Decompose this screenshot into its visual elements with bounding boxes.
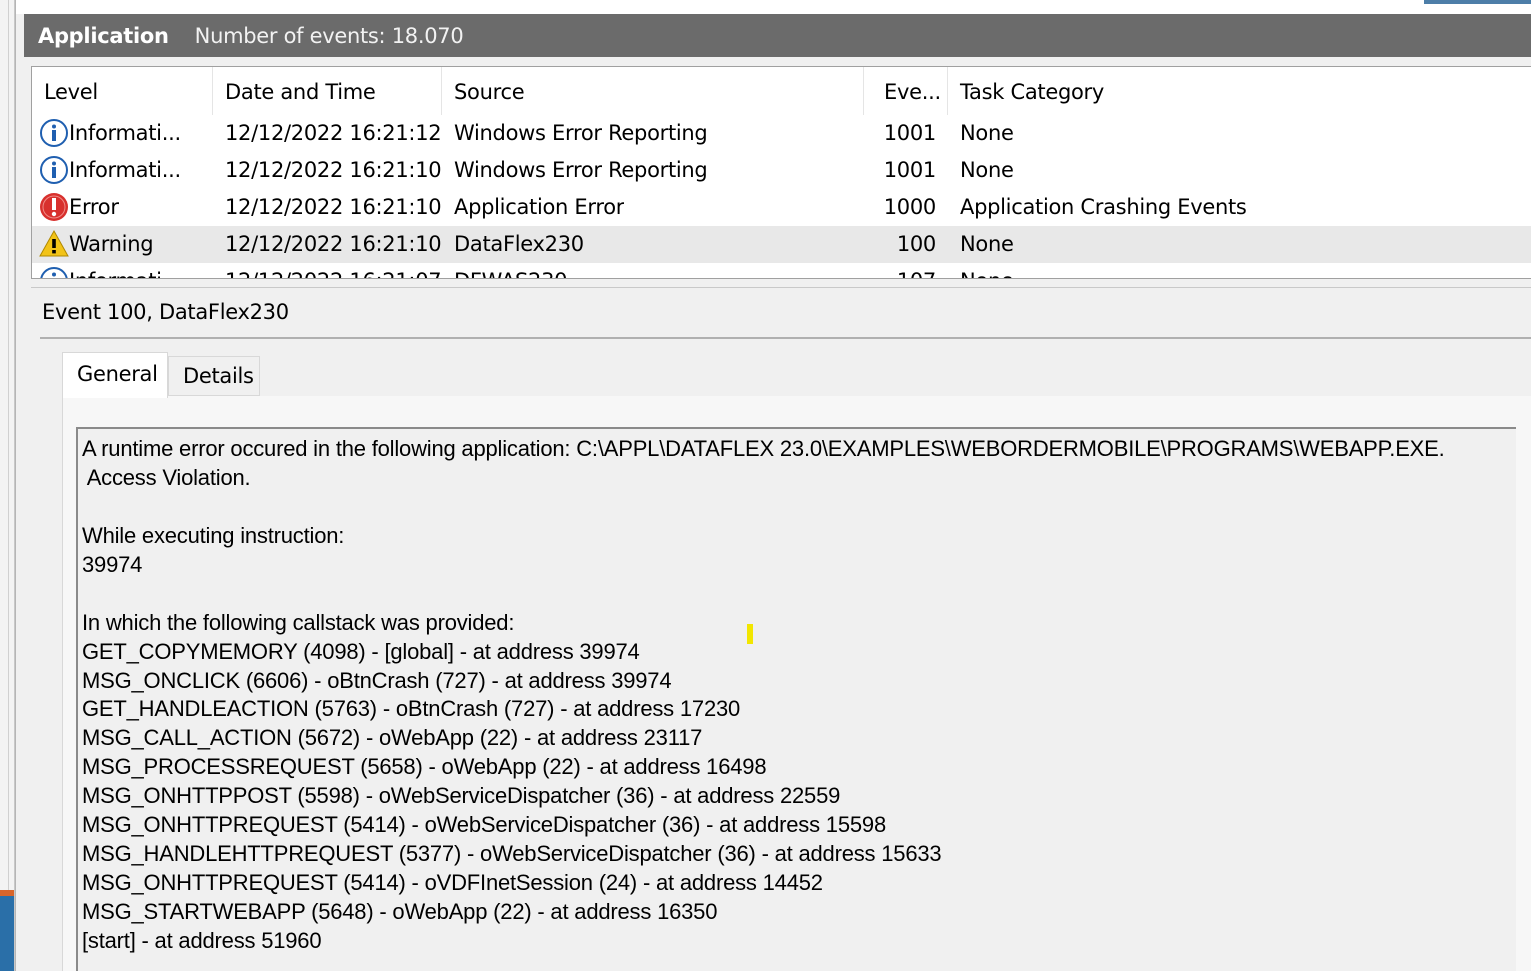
task-category-cell: None: [960, 121, 1014, 145]
datetime-cell: 12/12/2022 16:21:10: [225, 232, 442, 256]
event-row[interactable]: Informati... 12/12/2022 16:21:07 DFWAS23…: [32, 263, 1531, 278]
column-header-task-category[interactable]: Task Category: [948, 67, 1531, 115]
information-icon: [40, 267, 68, 278]
level-cell: Warning: [69, 232, 154, 256]
event-description-textbox[interactable]: A runtime error occured in the following…: [76, 427, 1516, 971]
source-cell: Application Error: [454, 195, 625, 219]
left-edge-line: [8, 0, 9, 971]
event-id-cell: 107: [864, 263, 936, 278]
event-id-cell: 1001: [883, 158, 936, 182]
description-line: [82, 580, 1516, 609]
warning-icon: [39, 229, 69, 257]
log-header: Application Number of events: 18.070: [24, 14, 1531, 57]
event-row[interactable]: Informati... 12/12/2022 16:21:10 Windows…: [32, 152, 1531, 189]
information-icon: [40, 156, 68, 184]
left-window-edge: [0, 0, 15, 971]
level-cell: Error: [69, 195, 119, 219]
description-line: A runtime error occured in the following…: [82, 436, 1445, 461]
task-category-cell: None: [960, 263, 1014, 278]
description-line: [start] - at address 51960: [82, 927, 322, 953]
source-cell: DataFlex230: [454, 232, 584, 256]
event-id-cell: 100: [896, 232, 936, 256]
corner-decoration: [1424, 0, 1531, 4]
event-row[interactable]: Error 12/12/2022 16:21:10 Application Er…: [32, 189, 1531, 226]
event-detail-title: Event 100, DataFlex230: [42, 300, 289, 324]
description-line: MSG_ONHTTPREQUEST (5414) - oWebServiceDi…: [82, 812, 886, 838]
tab-details[interactable]: Details: [168, 356, 260, 396]
error-icon: [40, 193, 68, 221]
event-row[interactable]: Informati... 12/12/2022 16:21:12 Windows…: [32, 115, 1531, 152]
description-line: MSG_STARTWEBAPP (5648) - oWebApp (22) - …: [82, 899, 718, 924]
text-cursor-highlight: [747, 624, 753, 644]
log-name: Application: [38, 23, 169, 48]
description-line: 39974: [82, 551, 143, 577]
top-gap: [16, 0, 1531, 14]
description-line: While executing instruction:: [82, 522, 345, 548]
events-grid[interactable]: Level Date and Time Source Eve... Task C…: [31, 66, 1531, 279]
description-line: GET_COPYMEMORY (4098) - [global] - at ad…: [82, 638, 640, 664]
column-header-date-time[interactable]: Date and Time: [213, 67, 442, 115]
left-edge-blue-accent: [0, 896, 14, 971]
tab-general[interactable]: General: [62, 352, 168, 398]
source-cell: DFWAS230: [454, 263, 567, 278]
title-divider: [40, 337, 1531, 339]
information-icon: [40, 119, 68, 147]
datetime-cell: 12/12/2022 16:21:10: [225, 158, 442, 182]
level-cell: Informati...: [69, 158, 181, 182]
description-line: MSG_ONHTTPREQUEST (5414) - oVDFInetSessi…: [82, 870, 823, 896]
column-header-level[interactable]: Level: [32, 67, 213, 115]
event-count: Number of events: 18.070: [194, 23, 464, 48]
datetime-cell: 12/12/2022 16:21:12: [225, 121, 442, 145]
column-header-event-id[interactable]: Eve...: [864, 67, 948, 115]
description-line: MSG_ONCLICK (6606) - oBtnCrash (727) - a…: [82, 667, 672, 693]
event-id-cell: 1000: [883, 195, 936, 219]
datetime-cell: 12/12/2022 16:21:10: [225, 195, 442, 219]
description-line: Access Violation.: [82, 464, 251, 490]
description-line: MSG_HANDLEHTTPREQUEST (5377) - oWebServi…: [82, 841, 942, 867]
task-category-cell: Application Crashing Events: [960, 195, 1247, 219]
description-line: MSG_ONHTTPPOST (5598) - oWebServiceDispa…: [82, 783, 841, 809]
source-cell: Windows Error Reporting: [454, 158, 708, 182]
description-line: MSG_PROCESSREQUEST (5658) - oWebApp (22)…: [82, 754, 767, 780]
column-header-source[interactable]: Source: [442, 67, 864, 115]
pane-splitter[interactable]: [31, 287, 1531, 288]
source-cell: Windows Error Reporting: [454, 121, 708, 145]
grid-header: Level Date and Time Source Eve... Task C…: [32, 67, 1531, 115]
description-line: In which the following callstack was pro…: [82, 609, 515, 635]
datetime-cell: 12/12/2022 16:21:07: [225, 263, 441, 278]
event-row-selected[interactable]: Warning 12/12/2022 16:21:10 DataFlex230 …: [32, 226, 1531, 263]
level-cell: Informati...: [69, 263, 211, 278]
description-line: GET_HANDLEACTION (5763) - oBtnCrash (727…: [82, 696, 741, 722]
task-category-cell: None: [960, 232, 1014, 256]
description-line: MSG_CALL_ACTION (5672) - oWebApp (22) - …: [82, 725, 703, 751]
event-id-cell: 1001: [883, 121, 936, 145]
description-line: [82, 493, 1516, 522]
level-cell: Informati...: [69, 121, 181, 145]
task-category-cell: None: [960, 158, 1014, 182]
